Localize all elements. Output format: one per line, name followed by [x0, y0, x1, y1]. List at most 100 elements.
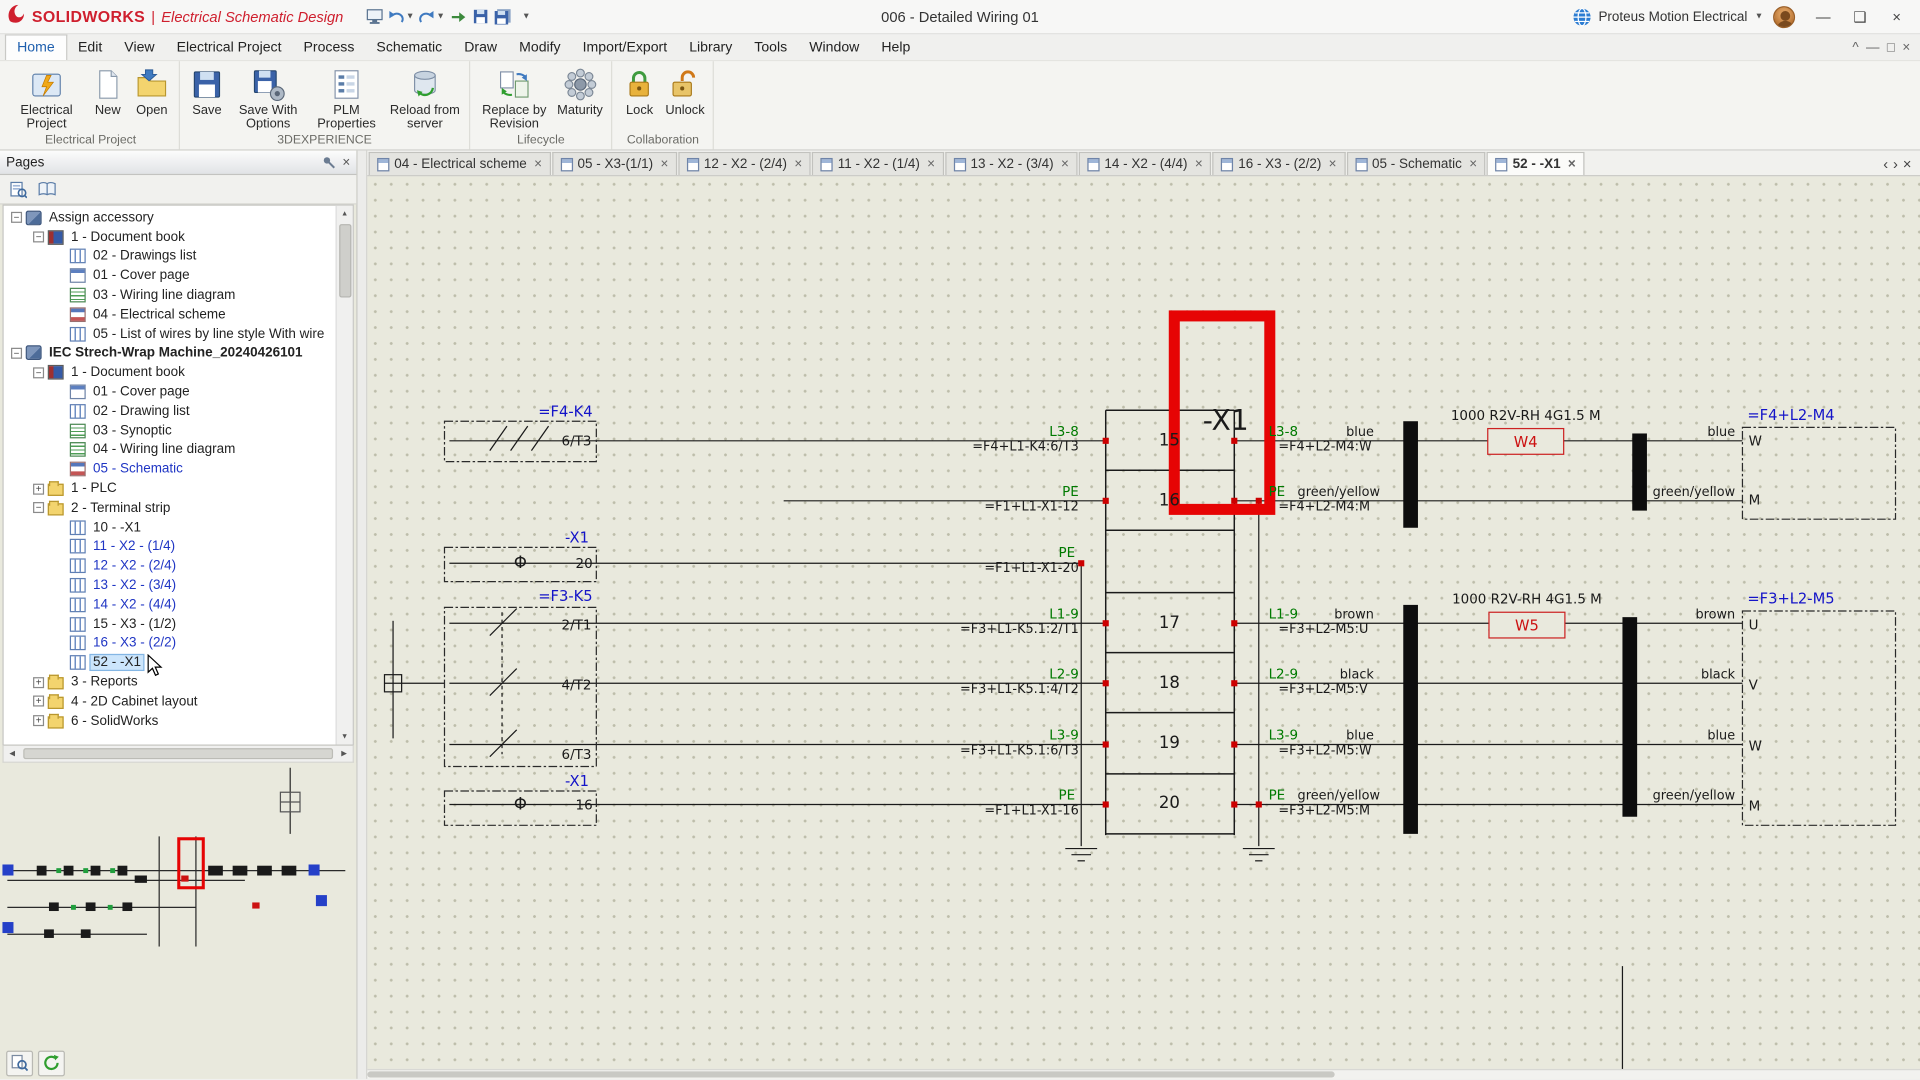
wire-name-label[interactable]: PE [1269, 485, 1286, 500]
scroll-up-icon[interactable]: ▲ [341, 206, 348, 222]
pin-label[interactable]: M [1749, 493, 1761, 508]
schematic-canvas[interactable]: -X1 15 16 17 18 19 20 =F4-K4 6/T3 -X1 Φ … [367, 176, 1920, 1069]
tab-scroll-left-icon[interactable]: ‹ [1883, 156, 1888, 173]
tree-item[interactable]: 03 - Wiring line diagram [6, 286, 333, 305]
collapse-icon[interactable]: − [11, 212, 23, 224]
close-active-tab-icon[interactable]: × [1903, 156, 1912, 173]
page-preview-icon[interactable] [5, 177, 31, 201]
cable-spec[interactable]: 1000 R2V-RH 4G1.5 M [1451, 409, 1601, 424]
document-tab[interactable]: 05 - X3-(1/1) × [551, 151, 677, 176]
collapse-icon[interactable]: − [33, 367, 45, 379]
refresh-icon[interactable] [37, 1050, 65, 1076]
scrollbar-thumb[interactable] [338, 224, 351, 298]
collapse-ribbon-icon[interactable]: ^ [1852, 40, 1858, 55]
mdi-minimize-icon[interactable]: — [1866, 40, 1879, 55]
terminal-number[interactable]: 15 [1159, 431, 1180, 450]
tree-item[interactable]: 10 - -X1 [6, 518, 333, 537]
tree-vertical-scrollbar[interactable]: ▲ ▼ [335, 205, 353, 745]
wire-name-label[interactable]: L3-8 [1049, 425, 1078, 440]
terminal-number[interactable]: 17 [1159, 613, 1180, 632]
tree-item[interactable]: 14 - X2 - (4/4) [6, 595, 333, 614]
menu-schematic[interactable]: Schematic [365, 34, 453, 60]
wire-name-label[interactable]: PE [1269, 789, 1286, 804]
tree-item[interactable]: 01 - Cover page [6, 266, 333, 285]
tree-item[interactable]: 01 - Cover page [6, 382, 333, 401]
terminal-symbol[interactable]: Φ [514, 794, 527, 813]
wire-name-label[interactable]: PE [1062, 485, 1079, 500]
tree-item[interactable]: − IEC Strech-Wrap Machine_20240426101 [6, 344, 333, 363]
wire-dest-label[interactable]: =F4+L2-M4:W [1278, 440, 1372, 455]
reload-from-server-button[interactable]: Reload from server [386, 64, 464, 134]
close-button[interactable]: × [1878, 2, 1915, 31]
pin-label[interactable]: 6/T3 [562, 435, 592, 450]
undo-icon[interactable]: ▼ [387, 6, 415, 28]
tree-item[interactable]: 02 - Drawings list [6, 247, 333, 266]
wire-color-label[interactable]: green/yellow [1298, 789, 1380, 804]
pin-label[interactable]: W [1749, 740, 1762, 755]
export-icon[interactable] [449, 6, 469, 28]
scroll-left-icon[interactable]: ◀ [4, 749, 21, 758]
wire-name-label[interactable]: L1-9 [1269, 607, 1298, 622]
pin-label[interactable]: 4/T2 [562, 678, 592, 693]
tree-item[interactable]: 04 - Wiring line diagram [6, 440, 333, 459]
menu-library[interactable]: Library [678, 34, 743, 60]
thumbnail-preview[interactable] [0, 762, 357, 1047]
tree-item[interactable]: 15 - X3 - (1/2) [6, 614, 333, 633]
tree-item[interactable]: 05 - Schematic [6, 460, 333, 479]
close-tab-icon[interactable]: × [1568, 157, 1576, 172]
menu-window[interactable]: Window [798, 34, 870, 60]
expand-icon[interactable]: + [33, 483, 45, 495]
save-with-options-button[interactable]: Save With Options [229, 64, 307, 134]
close-tab-icon[interactable]: × [794, 157, 802, 172]
wire-color-label[interactable]: black [1701, 667, 1736, 682]
close-tab-icon[interactable]: × [1329, 157, 1337, 172]
account-menu[interactable]: Proteus Motion Electrical ▼ [1573, 7, 1763, 27]
document-tab[interactable]: 12 - X2 - (2/4) × [678, 151, 811, 176]
cable-tag[interactable]: W4 [1514, 434, 1538, 451]
close-tab-icon[interactable]: × [927, 157, 935, 172]
scrollbar-thumb[interactable] [367, 1071, 1335, 1078]
document-tab[interactable]: 16 - X3 - (2/2) × [1212, 151, 1346, 176]
save-button[interactable]: Save [185, 64, 229, 120]
wire-name-label[interactable]: PE [1058, 546, 1075, 561]
menu-draw[interactable]: Draw [453, 34, 508, 60]
menu-tools[interactable]: Tools [743, 34, 798, 60]
electrical-project-button[interactable]: Electrical Project [7, 64, 85, 134]
wire-dest-label[interactable]: =F3+L2-M5:M [1278, 803, 1370, 818]
wire-name-label[interactable]: L3-9 [1049, 729, 1078, 744]
pin-label[interactable]: 6/T3 [562, 748, 592, 763]
tree-item[interactable]: 12 - X2 - (2/4) [6, 556, 333, 575]
terminal-number[interactable]: 20 [1159, 793, 1180, 812]
terminal-symbol[interactable]: Φ [514, 553, 527, 572]
wire-color-label[interactable]: blue [1707, 729, 1735, 744]
collapse-icon[interactable]: − [33, 231, 45, 243]
panel-splitter[interactable] [357, 150, 368, 1079]
terminal-number[interactable]: 16 [1159, 491, 1180, 510]
document-tab[interactable]: 04 - Electrical scheme × [368, 151, 551, 176]
terminal-number[interactable]: 19 [1159, 733, 1180, 752]
wire-dest-label[interactable]: =F4+L2-M4:M [1278, 500, 1370, 515]
canvas-horizontal-scrollbar[interactable] [367, 1068, 1920, 1079]
cable-spec[interactable]: 1000 R2V-RH 4G1.5 M [1452, 593, 1602, 608]
wire-dest-label[interactable]: =F3+L2-M5:W [1278, 743, 1372, 758]
book-view-icon[interactable] [34, 177, 60, 201]
component-tag[interactable]: -X1 [565, 529, 589, 546]
minimize-button[interactable]: — [1805, 2, 1842, 31]
motor-tag[interactable]: =F4+L2-M4 [1747, 407, 1834, 424]
wire-dest-label[interactable]: =F3+L2-M5:U [1278, 622, 1368, 637]
document-tab[interactable]: 13 - X2 - (3/4) × [944, 151, 1078, 176]
restore-button[interactable]: ❑ [1842, 2, 1879, 31]
document-tab[interactable]: 11 - X2 - (1/4) × [812, 151, 944, 176]
tree-item[interactable]: +6 - SolidWorks [6, 711, 333, 730]
tree-item[interactable]: 02 - Drawing list [6, 402, 333, 421]
wire-color-label[interactable]: green/yellow [1653, 789, 1735, 804]
replace-by-revision-button[interactable]: Replace by Revision [475, 64, 553, 134]
viewer-icon[interactable] [365, 6, 385, 28]
tree-item[interactable]: 03 - Synoptic [6, 421, 333, 440]
close-tab-icon[interactable]: × [1195, 157, 1203, 172]
menu-edit[interactable]: Edit [67, 34, 113, 60]
wire-color-label[interactable]: brown [1334, 607, 1374, 622]
tree-item[interactable]: +3 - Reports [6, 672, 333, 691]
unlock-button[interactable]: Unlock [662, 64, 709, 120]
mdi-restore-icon[interactable]: □ [1887, 40, 1895, 55]
